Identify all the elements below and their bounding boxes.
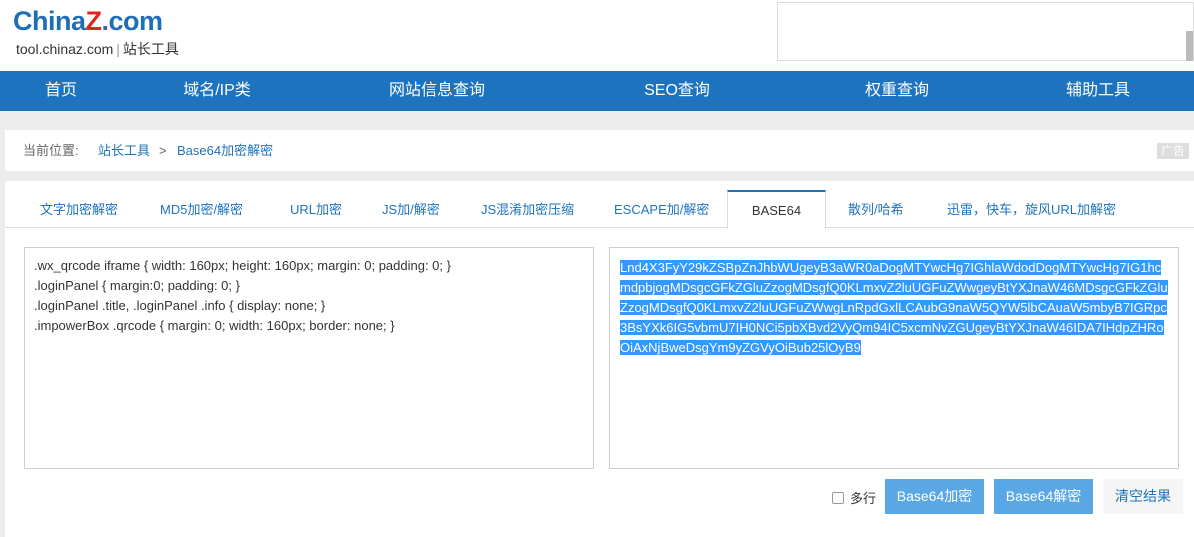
nav-item-tools[interactable]: 辅助工具 xyxy=(1002,71,1194,111)
tab-base64[interactable]: BASE64 xyxy=(727,190,826,229)
tab-md5[interactable]: MD5加密/解密 xyxy=(160,190,243,228)
input-line: .wx_qrcode iframe { width: 160px; height… xyxy=(34,258,451,273)
input-line: .impowerBox .qrcode { margin: 0; width: … xyxy=(34,318,395,333)
output-textarea[interactable]: Lnd4X3FyY29kZSBpZnJhbWUgeyB3aWR0aDogMTYw… xyxy=(609,247,1179,469)
input-line: .loginPanel { margin:0; padding: 0; } xyxy=(34,278,240,293)
input-line: .loginPanel .title, .loginPanel .info { … xyxy=(34,298,326,313)
logo-separator: | xyxy=(116,41,120,57)
tool-tabs: 文字加密解密 MD5加密/解密 URL加密 JS加/解密 JS混淆加密压缩 ES… xyxy=(5,190,1194,229)
site-header: ChinaZ.com tool.chinaz.com | 站长工具 xyxy=(0,0,1194,71)
breadcrumb-root-link[interactable]: 站长工具 xyxy=(98,130,150,171)
clear-result-button[interactable]: 清空结果 xyxy=(1103,479,1183,514)
tab-url[interactable]: URL加密 xyxy=(290,190,342,228)
logo-wordmark: ChinaZ.com xyxy=(13,6,163,37)
nav-item-home[interactable]: 首页 xyxy=(0,71,122,111)
chinaz-logo[interactable]: ChinaZ.com tool.chinaz.com | 站长工具 xyxy=(13,6,198,60)
breadcrumb-arrow: > xyxy=(159,143,167,158)
tool-panel: 文字加密解密 MD5加密/解密 URL加密 JS加/解密 JS混淆加密压缩 ES… xyxy=(5,181,1194,537)
logo-cn-text: 站长工具 xyxy=(122,41,179,57)
logo-z-text: Z xyxy=(85,6,103,36)
base64-decode-button[interactable]: Base64解密 xyxy=(994,479,1093,514)
nav-item-seo[interactable]: SEO查询 xyxy=(562,71,792,111)
nav-item-site-info[interactable]: 网站信息查询 xyxy=(312,71,562,111)
base64-encode-button[interactable]: Base64加密 xyxy=(885,479,984,514)
ad-tag-marker xyxy=(1186,31,1193,61)
logo-com-text: .com xyxy=(101,6,164,36)
multiline-checkbox[interactable] xyxy=(832,491,844,504)
tab-js-obfuscate[interactable]: JS混淆加密压缩 xyxy=(481,190,574,228)
nav-item-weight[interactable]: 权重查询 xyxy=(792,71,1002,111)
multiline-option[interactable]: 多行 xyxy=(832,488,876,507)
tab-escape[interactable]: ESCAPE加/解密 xyxy=(614,190,709,228)
multiline-label: 多行 xyxy=(850,491,877,506)
breadcrumb-current-link[interactable]: Base64加密解密 xyxy=(177,130,273,171)
logo-site-text: tool.chinaz.com xyxy=(16,41,114,57)
breadcrumb: 当前位置: 站长工具 > Base64加密解密 广告 xyxy=(5,130,1194,171)
tab-hash[interactable]: 散列/哈希 xyxy=(848,190,904,228)
input-textarea[interactable]: .wx_qrcode iframe { width: 160px; height… xyxy=(24,247,594,469)
nav-item-domain-ip[interactable]: 域名/IP类 xyxy=(122,71,312,111)
header-ad-banner[interactable] xyxy=(777,2,1194,61)
output-selected-text: Lnd4X3FyY29kZSBpZnJhbWUgeyB3aWR0aDogMTYw… xyxy=(620,260,1168,355)
tab-text-encrypt[interactable]: 文字加密解密 xyxy=(40,190,118,228)
ad-label: 广告 xyxy=(1156,143,1189,159)
tab-thunder-url[interactable]: 迅雷，快车，旋风URL加解密 xyxy=(947,190,1116,228)
logo-subtitle: tool.chinaz.com | 站长工具 xyxy=(16,39,179,59)
tab-js[interactable]: JS加/解密 xyxy=(382,190,440,228)
logo-china-text: China xyxy=(13,6,86,36)
main-nav: 首页 域名/IP类 网站信息查询 SEO查询 权重查询 辅助工具 xyxy=(0,71,1194,111)
breadcrumb-label: 当前位置: xyxy=(23,143,79,158)
